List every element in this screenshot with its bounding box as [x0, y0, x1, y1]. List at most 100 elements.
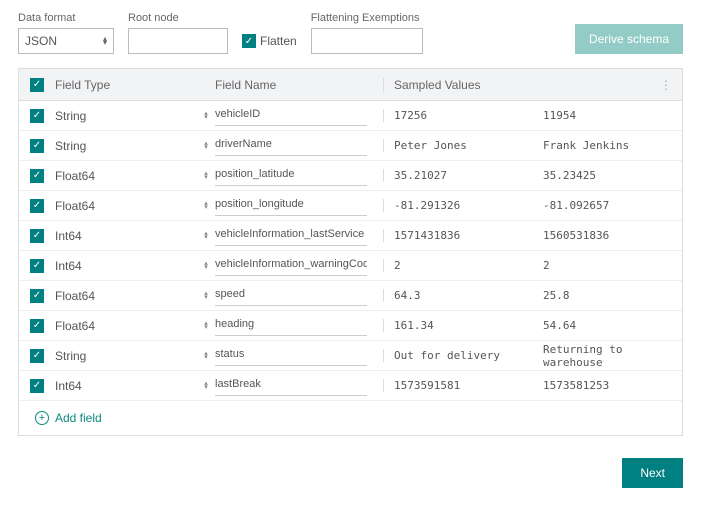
field-type-value: Int64 — [55, 259, 197, 273]
stepper-icon: ▴▾ — [197, 112, 215, 119]
field-name-input[interactable]: vehicleInformation_warningCod — [215, 256, 367, 276]
row-checkbox[interactable]: ✓ — [30, 199, 44, 213]
plus-circle-icon: + — [35, 411, 49, 425]
field-type-select[interactable]: Int64▴▾ — [55, 379, 215, 393]
row-checkbox[interactable]: ✓ — [30, 379, 44, 393]
sample-value-1: 17256 — [383, 109, 533, 122]
table-row: ✓Int64▴▾vehicleInformation_warningCod22 — [19, 251, 682, 281]
table-header-row: ✓ Field Type Field Name Sampled Values ⋮ — [19, 69, 682, 101]
exemptions-input[interactable] — [311, 28, 423, 54]
exemptions-label: Flattening Exemptions — [311, 12, 423, 24]
field-type-value: String — [55, 139, 197, 153]
field-type-select[interactable]: Float64▴▾ — [55, 289, 215, 303]
sample-value-2: 1573581253 — [533, 379, 682, 392]
root-node-group: Root node — [128, 12, 228, 54]
table-row: ✓ Float64▴▾position_longitude -81.291326-8… — [19, 191, 682, 221]
field-type-value: Int64 — [55, 229, 197, 243]
data-format-label: Data format — [18, 12, 114, 24]
field-type-value: Float64 — [55, 199, 197, 213]
root-node-input[interactable] — [128, 28, 228, 54]
stepper-icon: ▴▾ — [197, 202, 215, 209]
field-name-input[interactable]: status — [215, 346, 367, 366]
field-type-select[interactable]: String▴▾ — [55, 139, 215, 153]
field-type-value: Float64 — [55, 319, 197, 333]
field-type-select[interactable]: Float64▴▾ — [55, 199, 215, 213]
top-controls: Data format JSON ▴▾ Root node ✓ Flatten … — [18, 12, 683, 54]
data-format-value: JSON — [25, 34, 57, 48]
field-name-input[interactable]: vehicleInformation_lastService — [215, 226, 367, 246]
field-name-input[interactable]: vehicleID — [215, 106, 367, 126]
table-row: ✓ String▴▾driverName Peter JonesFrank Jenk… — [19, 131, 682, 161]
sample-value-1: Out for delivery — [383, 349, 533, 362]
sample-value-2: -81.092657 — [533, 199, 682, 212]
select-all-checkbox[interactable]: ✓ — [30, 78, 44, 92]
row-checkbox[interactable]: ✓ — [30, 229, 44, 243]
more-menu-icon[interactable]: ⋮ — [533, 78, 682, 92]
stepper-icon: ▴▾ — [197, 262, 215, 269]
field-type-value: String — [55, 349, 197, 363]
field-type-select[interactable]: Int64▴▾ — [55, 259, 215, 273]
sample-value-1: Peter Jones — [383, 139, 533, 152]
field-type-value: Float64 — [55, 169, 197, 183]
flatten-checkbox[interactable]: ✓ — [242, 34, 256, 48]
field-name-input[interactable]: heading — [215, 316, 367, 336]
sample-value-2: 2 — [533, 259, 682, 272]
header-field-type: Field Type — [55, 78, 215, 92]
stepper-icon: ▴▾ — [197, 142, 215, 149]
root-node-label: Root node — [128, 12, 228, 24]
sample-value-2: Frank Jenkins — [533, 139, 682, 152]
add-field-button[interactable]: + Add field — [19, 401, 682, 435]
derive-schema-button[interactable]: Derive schema — [575, 24, 683, 54]
sample-value-1: -81.291326 — [383, 199, 533, 212]
field-name-input[interactable]: position_longitude — [215, 196, 367, 216]
exemptions-group: Flattening Exemptions — [311, 12, 423, 54]
footer: Next — [18, 458, 683, 488]
header-field-name: Field Name — [215, 78, 383, 92]
sample-value-2: 54.64 — [533, 319, 682, 332]
next-button[interactable]: Next — [622, 458, 683, 488]
add-field-label: Add field — [55, 411, 102, 425]
table-row: ✓Float64▴▾position_latitude35.2102735.23… — [19, 161, 682, 191]
field-type-select[interactable]: Float64▴▾ — [55, 319, 215, 333]
sample-value-1: 1573591581 — [383, 379, 533, 392]
table-row: ✓ String▴▾status Out for deliveryReturning… — [19, 341, 682, 371]
field-type-select[interactable]: Int64▴▾ — [55, 229, 215, 243]
field-type-select[interactable]: Float64▴▾ — [55, 169, 215, 183]
row-checkbox[interactable]: ✓ — [30, 319, 44, 333]
row-checkbox[interactable]: ✓ — [30, 289, 44, 303]
stepper-icon: ▴▾ — [197, 352, 215, 359]
stepper-icon: ▴▾ — [197, 322, 215, 329]
table-row: ✓ String▴▾vehicleID 1725611954 — [19, 101, 682, 131]
field-name-input[interactable]: speed — [215, 286, 367, 306]
field-name-input[interactable]: driverName — [215, 136, 367, 156]
flatten-group: ✓ Flatten — [242, 28, 297, 54]
sample-value-1: 1571431836 — [383, 229, 533, 242]
row-checkbox[interactable]: ✓ — [30, 139, 44, 153]
sample-value-2: 35.23425 — [533, 169, 682, 182]
field-type-select[interactable]: String▴▾ — [55, 349, 215, 363]
stepper-icon: ▴▾ — [197, 292, 215, 299]
field-type-value: Int64 — [55, 379, 197, 393]
table-row: ✓ Float64▴▾speed 64.325.8 — [19, 281, 682, 311]
sample-value-2: 1560531836 — [533, 229, 682, 242]
data-format-select[interactable]: JSON ▴▾ — [18, 28, 114, 54]
schema-table: ✓ Field Type Field Name Sampled Values ⋮… — [18, 68, 683, 436]
sample-value-2: 11954 — [533, 109, 682, 122]
header-sampled-values: Sampled Values — [383, 78, 533, 92]
row-checkbox[interactable]: ✓ — [30, 259, 44, 273]
sample-value-2: 25.8 — [533, 289, 682, 302]
table-row: ✓ Int64▴▾vehicleInformation_lastService 15… — [19, 221, 682, 251]
sample-value-2: Returning to warehouse — [533, 343, 682, 369]
table-row: ✓ Int64▴▾lastBreak 15735915811573581253 — [19, 371, 682, 401]
field-type-value: String — [55, 109, 197, 123]
data-format-group: Data format JSON ▴▾ — [18, 12, 114, 54]
stepper-icon: ▴▾ — [103, 37, 107, 45]
row-checkbox[interactable]: ✓ — [30, 109, 44, 123]
field-name-input[interactable]: position_latitude — [215, 166, 367, 186]
sample-value-1: 64.3 — [383, 289, 533, 302]
field-name-input[interactable]: lastBreak — [215, 376, 367, 396]
row-checkbox[interactable]: ✓ — [30, 349, 44, 363]
table-row: ✓Float64▴▾heading161.3454.64 — [19, 311, 682, 341]
row-checkbox[interactable]: ✓ — [30, 169, 44, 183]
field-type-select[interactable]: String▴▾ — [55, 109, 215, 123]
